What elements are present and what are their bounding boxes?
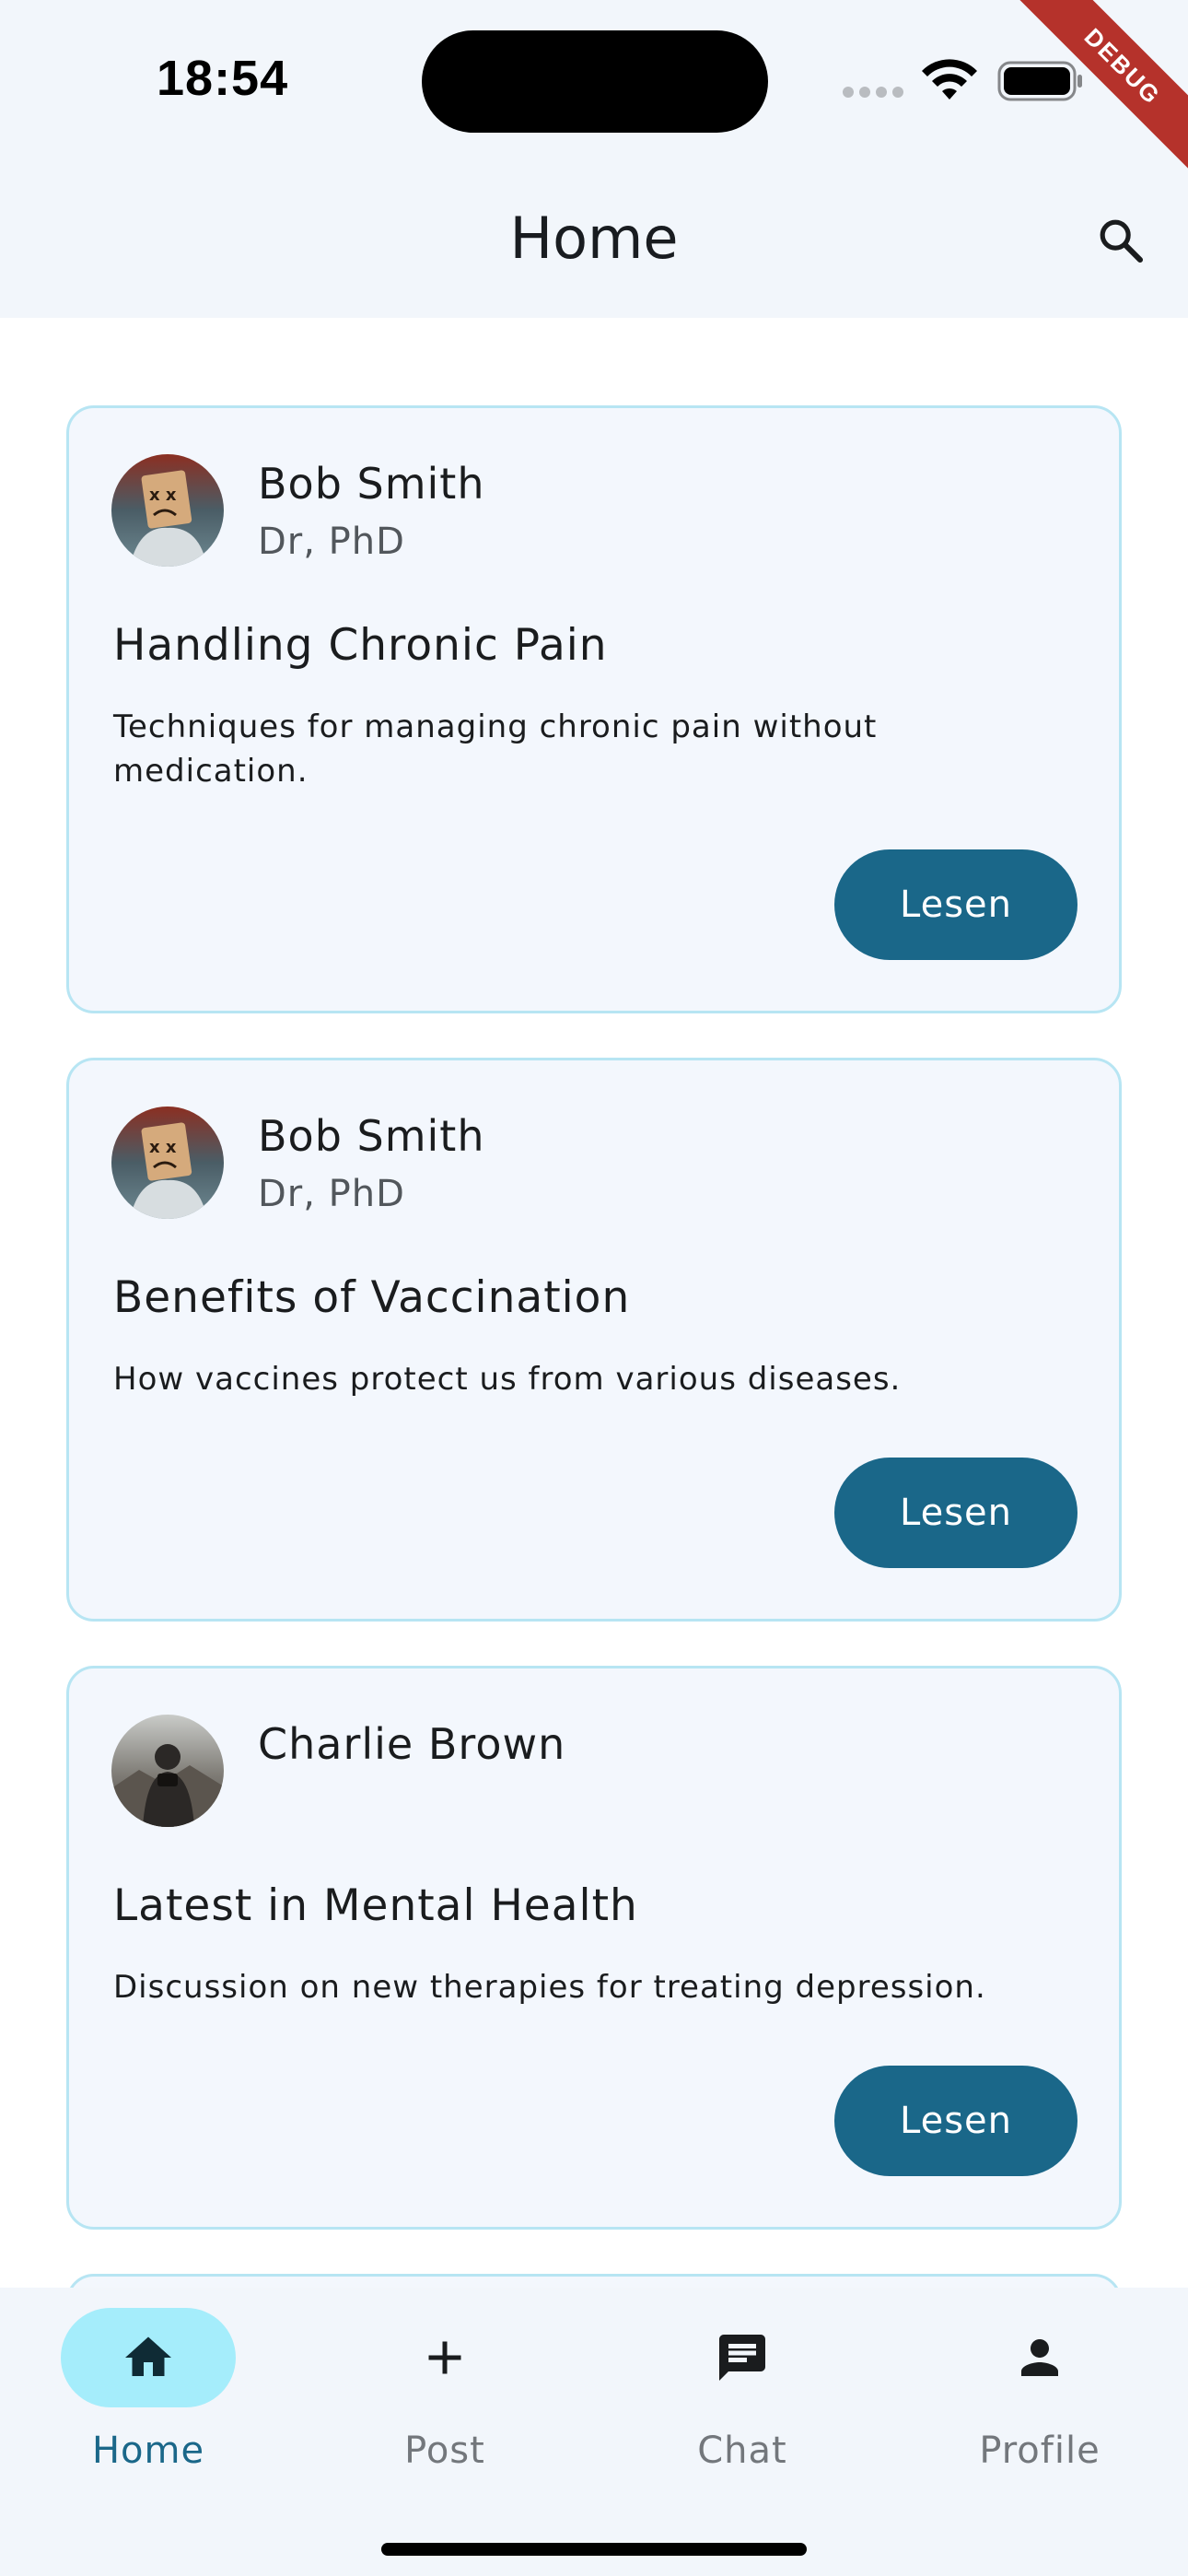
nav-label: Home — [91, 2430, 205, 2472]
home-indicator[interactable] — [381, 2543, 807, 2556]
author-avatar[interactable]: x x — [111, 1107, 224, 1219]
wifi-icon — [922, 59, 977, 100]
nav-item-post[interactable]: Post — [297, 2308, 593, 2492]
post-card[interactable]: Charlie Brown Latest in Mental Health Di… — [66, 1666, 1122, 2230]
post-card[interactable]: x x Bob Smith Dr, PhD Benefits of Vaccin… — [66, 1058, 1122, 1622]
nav-label: Post — [404, 2430, 485, 2472]
author-title: Dr, PhD — [258, 521, 405, 563]
home-icon — [125, 2336, 171, 2376]
person-icon — [1021, 2339, 1058, 2376]
post-title: Latest in Mental Health — [113, 1880, 638, 1931]
author-name: Bob Smith — [258, 459, 485, 509]
app-bar: Home — [0, 175, 1188, 318]
page-title: Home — [509, 205, 679, 272]
read-button[interactable]: Lesen — [834, 849, 1077, 960]
nav-item-profile[interactable]: Profile — [891, 2308, 1188, 2492]
post-title: Benefits of Vaccination — [113, 1272, 631, 1323]
nav-label: Chat — [697, 2430, 787, 2472]
post-description: Discussion on new therapies for treating… — [113, 1969, 986, 2006]
author-name: Bob Smith — [258, 1111, 485, 1161]
status-time: 18:54 — [157, 51, 289, 106]
nav-item-home[interactable]: Home — [0, 2308, 297, 2492]
screen: 18:54 DEBUG Home x x Bob Smith Dr, PhD H… — [0, 0, 1188, 2576]
chat-icon — [719, 2335, 765, 2381]
read-button[interactable]: Lesen — [834, 1458, 1077, 1568]
author-title: Dr, PhD — [258, 1173, 405, 1215]
search-icon — [1100, 219, 1144, 263]
plus-icon — [428, 2341, 461, 2374]
cellular-signal-icon — [843, 87, 903, 98]
post-description: Techniques for managing chronic pain wit… — [113, 708, 878, 790]
post-card[interactable]: x x Bob Smith Dr, PhD Handling Chronic P… — [66, 405, 1122, 1013]
author-avatar[interactable] — [111, 1715, 224, 1827]
svg-text:x x: x x — [149, 486, 177, 505]
svg-text:x x: x x — [149, 1138, 177, 1157]
post-description: How vaccines protect us from various dis… — [113, 1361, 902, 1398]
status-bar: 18:54 — [0, 0, 1188, 175]
battery-icon — [997, 61, 1082, 101]
dynamic-island — [422, 30, 768, 133]
author-name: Charlie Brown — [258, 1719, 566, 1769]
search-button[interactable] — [1089, 208, 1153, 273]
nav-label: Profile — [979, 2430, 1101, 2472]
post-title: Handling Chronic Pain — [113, 620, 608, 671]
read-button[interactable]: Lesen — [834, 2066, 1077, 2176]
author-avatar[interactable]: x x — [111, 454, 224, 567]
nav-item-chat[interactable]: Chat — [594, 2308, 891, 2492]
bottom-navigation: Home Post Chat Profile — [0, 2288, 1188, 2576]
